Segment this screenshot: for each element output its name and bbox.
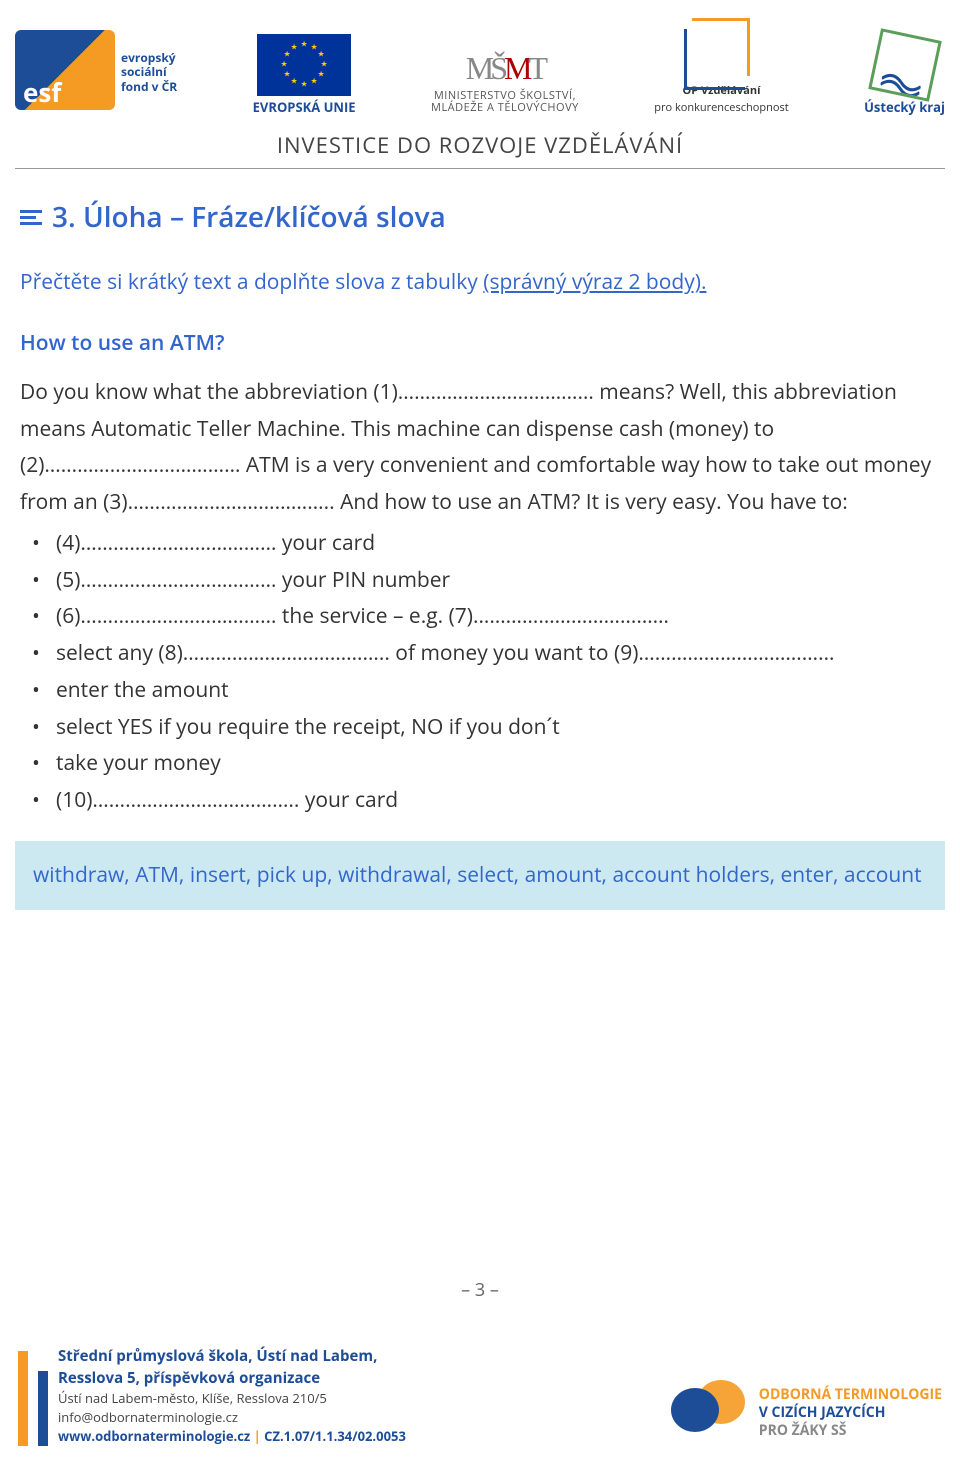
list-item: (4)……………………………… your card [42,525,940,562]
section-title: 3. Úloha – Fráze/klíčová slova [20,193,940,242]
msmt-line2: MLÁDEŽE A TĚLOVÝCHOVY [431,102,579,114]
exercise-title: How to use an ATM? [20,325,940,362]
eu-logo-block: ★★ ★★ ★★ ★★ ★★ ★★ EVROPSKÁ UNIE [253,34,356,114]
project-code: CZ.1.07/1.1.34/02.0053 [264,1427,406,1445]
exercise-bullets: (4)……………………………… your card (5)……………………………… [20,525,940,819]
main-content: 3. Úloha – Fráze/klíčová slova Přečtěte … [0,193,960,909]
msmt-icon: MŠMT [466,51,544,86]
list-item: (6)……………………………… the service – e.g. (7)……… [42,598,940,635]
footer-text-block: Střední průmyslová škola, Ústí nad Labem… [58,1346,406,1446]
ustecky-logo-block: Ústecký kraj [864,34,945,114]
list-item: select any (8)……………………………….. of money yo… [42,635,940,672]
ustecky-label: Ústecký kraj [864,100,945,114]
wave-icon [879,69,922,97]
orange-bar-icon [18,1351,28,1446]
list-item: (10)……………………………….. your card [42,782,940,819]
list-item: select YES if you require the receipt, N… [42,709,940,746]
msmt-logo-block: MŠMT MINISTERSTVO ŠKOLSTVÍ, MLÁDEŽE A TĚ… [431,51,579,114]
list-item: (5)……………………………… your PIN number [42,562,940,599]
school-address: Ústí nad Labem-město, Klíše, Resslova 21… [58,1389,406,1408]
ustecky-icon [868,28,942,102]
opvk-line2: pro konkurenceschopnost [654,101,788,114]
header-divider [15,168,945,169]
header-logos-row: esf evropský sociální fond v ČR ★★ ★★ ★★… [0,0,960,122]
opvk-icon [692,18,750,76]
list-item: enter the amount [42,672,940,709]
esf-logo-block: esf evropský sociální fond v ČR [15,30,177,114]
footer-right: ODBORNÁ TERMINOLOGIE V CIZÍCH JAZYCÍCH P… [671,1380,942,1446]
blue-bar-icon [38,1371,48,1446]
school-name-2: Resslova 5, příspěvková organizace [58,1368,406,1390]
word-bank: withdraw, ATM, insert, pick up, withdraw… [15,841,945,910]
footer-right-text: ODBORNÁ TERMINOLOGIE V CIZÍCH JAZYCÍCH P… [759,1386,942,1441]
section-title-text: 3. Úloha – Fráze/klíčová slova [52,193,446,242]
exercise-paragraph: Do you know what the abbreviation (1)………… [20,374,940,521]
footer-right-l3: PRO ŽÁKY SŠ [759,1422,942,1440]
esf-icon: esf [15,30,115,110]
investice-heading: INVESTICE DO ROZVOJE VZDĚLÁVÁNÍ [0,122,960,168]
list-item: take your money [42,745,940,782]
instruction-line: Přečtěte si krátký text a doplňte slova … [20,264,940,301]
school-web: www.odbornaterminologie.cz [58,1427,250,1445]
page-number: – 3 – [0,1278,960,1302]
footer-sep: | [250,1427,264,1445]
instruction-underlined: (správný výraz 2 body). [483,268,706,296]
school-email: info@odbornaterminologie.cz [58,1408,406,1427]
esf-abbrev: esf [23,78,61,107]
speech-bubbles-icon [671,1380,745,1446]
lines-icon [20,208,42,228]
eu-flag-icon: ★★ ★★ ★★ ★★ ★★ ★★ [257,34,351,96]
esf-text: evropský sociální fond v ČR [121,51,177,94]
school-name-1: Střední průmyslová škola, Ústí nad Labem… [58,1346,406,1368]
footer-right-l1: ODBORNÁ TERMINOLOGIE [759,1386,942,1404]
instruction-prefix: Přečtěte si krátký text a doplňte slova … [20,268,483,296]
footer-right-l2: V CIZÍCH JAZYCÍCH [759,1404,942,1422]
eu-label: EVROPSKÁ UNIE [253,100,356,114]
footer-left: Střední průmyslová škola, Ústí nad Labem… [18,1346,406,1446]
opvk-logo-block: OP Vzdělávání pro konkurenceschopnost [654,18,788,114]
footer: Střední průmyslová škola, Ústí nad Labem… [0,1346,960,1472]
